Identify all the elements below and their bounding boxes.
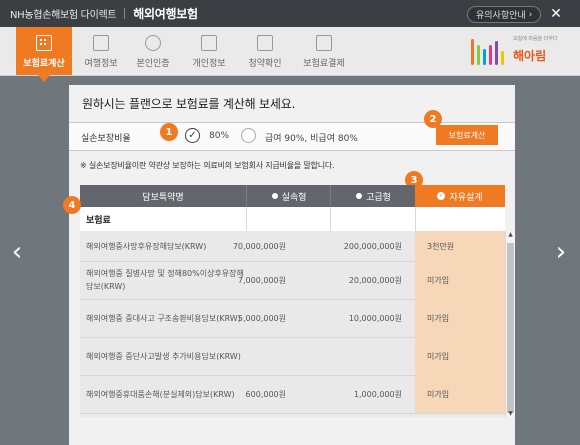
custom-amount-select[interactable]: 미가입 xyxy=(415,375,505,413)
custom-amount-select[interactable]: 미가입 xyxy=(415,261,505,299)
nav-item-payment[interactable]: 보험료결제 xyxy=(296,27,352,75)
next-arrow-icon[interactable]: › xyxy=(554,237,568,267)
nav-item-travel-info[interactable]: 여행정보 xyxy=(80,27,122,75)
radio-dot-icon xyxy=(356,193,363,199)
basic-amount xyxy=(210,337,286,375)
premium-amount: 10,000,000원 xyxy=(348,313,402,323)
nav-label: 본인인증 xyxy=(136,59,170,69)
scroll-thumb[interactable] xyxy=(507,243,514,413)
scroll-up-icon[interactable]: ▲ xyxy=(507,231,514,238)
table-scrollbar[interactable]: ▲ ▼ xyxy=(505,231,515,417)
table-row: 해외여행중 중대사고 구조송환비용담보(KRW) 5,000,000원 10,0… xyxy=(80,299,505,338)
basic-amount: 600,000원 xyxy=(245,389,286,399)
premium-premium-cell xyxy=(330,207,415,231)
close-icon[interactable]: ✕ xyxy=(546,4,566,24)
premium-panel: 원하시는 플랜으로 보험료를 계산해 보세요. 실손보장비율 ✓ 80% 급여 … xyxy=(63,85,515,445)
title-divider xyxy=(124,8,126,19)
notice-button[interactable]: 유의사항안내 › xyxy=(467,6,542,23)
col-header-basic-label: 실속형 xyxy=(281,192,307,203)
ratio-80-radio[interactable]: ✓ xyxy=(185,128,200,143)
ratio-label: 실손보장비율 xyxy=(81,134,131,144)
col-header-premium-label: 고급형 xyxy=(366,192,391,203)
table-header: 담보특약명 실속형 고급형 ✓ 자유설계 xyxy=(80,185,505,207)
calculator-icon xyxy=(36,35,52,51)
premium-basic-cell xyxy=(246,207,330,231)
page-title: 해외여행보험 xyxy=(133,7,198,21)
step-badge-2: 2 xyxy=(424,110,442,128)
table-row: 해외여행중 중단사고발생 추가비용담보(KRW) 미가입 xyxy=(80,337,505,376)
panel-heading: 원하시는 플랜으로 보험료를 계산해 보세요. xyxy=(82,97,296,111)
notice-label: 유의사항안내 xyxy=(476,11,526,21)
custom-amount-select[interactable]: 3천만원 xyxy=(415,231,505,261)
nav-label: 개인정보 xyxy=(192,59,226,69)
top-bar: NH농협손해보험 다이렉트 해외여행보험 유의사항안내 › ✕ xyxy=(0,0,580,27)
calculate-button[interactable]: 보험료계산 xyxy=(436,125,498,145)
step-nav: 보험료계산 여행정보 본인인증 개인정보 청약확인 보험료결제 보험에 마음을 … xyxy=(0,27,580,82)
monitor-icon xyxy=(316,35,332,51)
basic-amount: 5,000,000원 xyxy=(237,313,286,323)
table-row: 해외여행중휴대품손해(분실제외)담보(KRW) 600,000원 1,000,0… xyxy=(80,375,505,414)
checkbox-icon xyxy=(257,35,273,51)
map-icon xyxy=(93,35,109,51)
basic-amount: 7,000,000원 xyxy=(237,275,286,285)
premium-label: 보험료 xyxy=(86,216,111,226)
step-badge-1: 1 xyxy=(160,123,178,141)
premium-subheader-row: 보험료 xyxy=(80,207,505,232)
col-header-basic[interactable]: 실속형 xyxy=(246,185,331,207)
nav-item-verification[interactable]: 본인인증 xyxy=(130,27,176,75)
nav-item-personal-info[interactable]: 개인정보 xyxy=(186,27,232,75)
premium-amount: 20,000,000원 xyxy=(348,275,402,285)
basic-amount: 70,000,000원 xyxy=(232,241,286,251)
ratio-80-label: 80% xyxy=(209,131,230,141)
custom-amount-select[interactable]: 미가입 xyxy=(415,337,505,375)
premium-amount: 200,000,000원 xyxy=(343,241,402,251)
col-header-custom-label: 자유설계 xyxy=(449,192,483,203)
logo-name: 해아림 xyxy=(513,49,547,63)
nav-label: 보험료계산 xyxy=(23,59,65,69)
premium-custom-cell xyxy=(415,207,505,231)
person-icon xyxy=(145,35,161,51)
nav-item-confirm[interactable]: 청약확인 xyxy=(242,27,288,75)
col-header-premium[interactable]: 고급형 xyxy=(330,185,416,207)
premium-amount: 1,000,000원 xyxy=(353,389,402,399)
ratio-90-radio[interactable] xyxy=(241,128,256,143)
table-row: 해외여행중 질병사망 및 정해80%이상후유장해담보(KRW) 7,000,00… xyxy=(80,261,505,300)
table-row: 해외여행중사망후유장해담보(KRW) 70,000,000원 200,000,0… xyxy=(80,231,505,262)
edit-icon xyxy=(201,35,217,51)
nav-label: 여행정보 xyxy=(84,59,118,69)
col-header-name-label: 담보특약명 xyxy=(142,192,184,203)
check-circle-icon: ✓ xyxy=(437,192,446,200)
brand-logo: 보험에 마음을 더하다 해아림 xyxy=(465,31,575,71)
premium-amount xyxy=(326,337,402,375)
nav-label: 보험료결제 xyxy=(303,59,345,69)
chevron-right-icon: › xyxy=(528,9,533,20)
custom-amount-select[interactable]: 미가입 xyxy=(415,299,505,337)
coverage-table-body: 해외여행중사망후유장해담보(KRW) 70,000,000원 200,000,0… xyxy=(80,231,505,417)
nav-item-premium-calc[interactable]: 보험료계산 xyxy=(16,27,72,82)
prev-arrow-icon[interactable]: ‹ xyxy=(10,237,24,267)
step-badge-4: 4 xyxy=(63,196,81,214)
nav-label: 청약확인 xyxy=(248,59,282,69)
ratio-90-label: 급여 90%, 비급여 80% xyxy=(265,134,358,144)
scroll-down-icon[interactable]: ▼ xyxy=(507,410,514,417)
col-header-custom[interactable]: ✓ 자유설계 xyxy=(415,185,505,207)
ratio-note: ※ 실손보장비율이란 약관상 보장하는 의료비의 보험회사 지급비율을 말합니다… xyxy=(80,161,335,170)
col-header-name: 담보특약명 xyxy=(80,185,246,207)
radio-dot-icon xyxy=(271,193,278,199)
brand-name: NH농협손해보험 다이렉트 xyxy=(10,10,117,21)
logo-tagline: 보험에 마음을 더하다 xyxy=(513,36,558,42)
